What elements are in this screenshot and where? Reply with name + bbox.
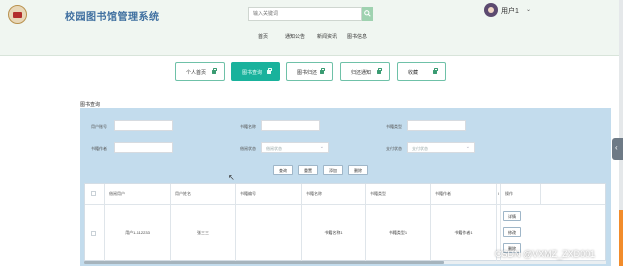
watermark: CSDN @VXMZ_ZXD001 (495, 249, 596, 259)
reset-button[interactable]: 重置 (298, 165, 318, 175)
chevron-down-icon[interactable]: ⌄ (526, 6, 531, 13)
tab-personal-home[interactable]: 个人首页 (175, 62, 225, 81)
lock-icon (377, 68, 382, 74)
table-cell: 书籍作者1 (431, 205, 497, 262)
label-user-account: 用户账号 (91, 124, 107, 129)
delete-button[interactable]: 删除 (348, 165, 368, 175)
col-header: 书籍作者 (431, 184, 497, 204)
nav-item-news[interactable]: 新闻资讯 (317, 33, 337, 40)
add-button[interactable]: 添加 (323, 165, 343, 175)
pay-status-select[interactable]: 支付状态 (407, 142, 475, 153)
tab-label: 图书归还 (297, 70, 318, 76)
lock-icon (433, 68, 438, 74)
side-panel-toggle[interactable]: ‹ (612, 138, 623, 160)
table-cell: 张三三 (171, 205, 236, 262)
user-avatar[interactable] (484, 3, 498, 17)
table-cell (236, 205, 302, 262)
header-checkbox-cell (85, 184, 105, 204)
school-logo-icon (8, 5, 27, 24)
tab-favorites[interactable]: 收藏 (397, 62, 446, 81)
nav-item-home[interactable]: 首页 (258, 33, 268, 40)
lock-icon (212, 68, 217, 74)
label-book-type: 书籍类型 (386, 124, 402, 129)
row-checkbox[interactable] (91, 231, 96, 236)
col-header: 借阅用户 (105, 184, 171, 204)
tab-label: 图书查询 (242, 70, 263, 76)
user-name[interactable]: 用户1 (501, 6, 519, 16)
nav-item-books[interactable]: 图书信息 (347, 33, 367, 40)
search-icon (364, 10, 371, 17)
table-cell: 用户1-112233 (105, 205, 171, 262)
mouse-cursor-icon: ↖ (228, 173, 235, 182)
tab-book-query[interactable]: 图书查询 (231, 62, 280, 81)
lock-icon (267, 68, 272, 74)
book-author-input[interactable] (114, 142, 173, 153)
right-edge-strip (619, 210, 623, 266)
tab-book-return[interactable]: 图书归还 (286, 62, 333, 81)
book-type-input[interactable] (407, 120, 466, 131)
table-cell: 书籍名称1 (302, 205, 366, 262)
lock-icon (320, 68, 325, 74)
label-borrow-status: 借阅状态 (240, 146, 256, 151)
label-pay-status: 支付状态 (386, 146, 402, 151)
select-all-checkbox[interactable] (91, 191, 96, 196)
section-title: 图书查询 (80, 102, 101, 108)
search-button[interactable] (362, 7, 373, 21)
tab-bar: 个人首页 图书查询 图书归还 归还通知 收藏 (0, 62, 623, 82)
col-header: 操作 (501, 184, 541, 204)
label-book-author: 书籍作者 (91, 146, 107, 151)
tab-label: 归还通知 (351, 70, 372, 76)
label-book-name: 书籍名称 (240, 124, 256, 129)
header-bar: 校园图书馆管理系统 用户1 ⌄ 首页 通知公告 新闻资讯 图书信息 (0, 0, 623, 56)
tab-label: 个人首页 (186, 70, 207, 76)
scrollbar-thumb[interactable] (84, 261, 444, 264)
tab-label: 收藏 (408, 70, 419, 76)
table-horizontal-scrollbar[interactable] (84, 261, 606, 264)
edit-button[interactable]: 修改 (503, 227, 521, 237)
app-title: 校园图书馆管理系统 (65, 12, 160, 23)
search-query-button[interactable]: 查询 (273, 165, 293, 175)
row-checkbox-cell (85, 205, 105, 262)
borrow-status-select[interactable]: 借阅状态 (261, 142, 329, 153)
book-name-input[interactable] (261, 120, 320, 131)
chevron-left-icon: ‹ (615, 143, 618, 152)
table-cell: 书籍类型1 (366, 205, 431, 262)
tab-return-notice[interactable]: 归还通知 (340, 62, 390, 81)
search-input[interactable] (248, 7, 362, 21)
col-header: 书籍类型 (366, 184, 431, 204)
nav-item-notice[interactable]: 通知公告 (285, 33, 305, 40)
col-header: 书籍名称 (302, 184, 366, 204)
col-header: 用户姓名 (171, 184, 236, 204)
detail-button[interactable]: 详情 (503, 211, 521, 221)
col-header: 书籍编号 (236, 184, 302, 204)
user-account-input[interactable] (114, 120, 173, 131)
